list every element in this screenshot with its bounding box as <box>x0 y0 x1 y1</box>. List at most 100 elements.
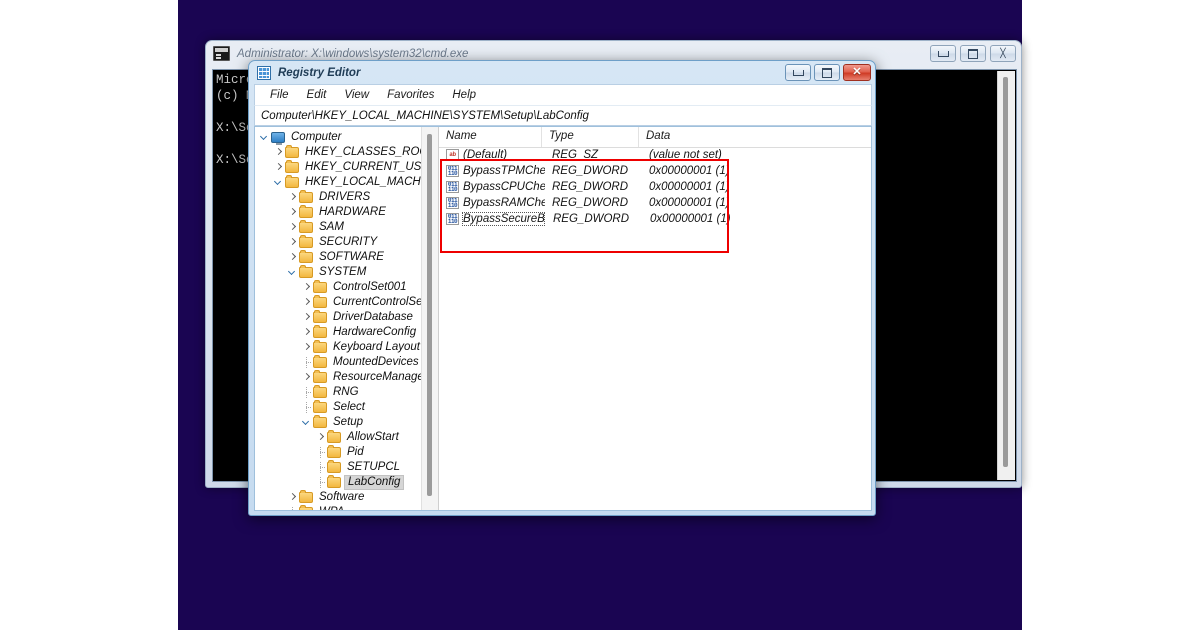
tree-item-software[interactable]: Software <box>255 490 422 505</box>
minimize-glyph-icon <box>792 69 804 76</box>
values-rows[interactable]: ab (Default) REG_SZ (value not set) 011 110 By… <box>439 147 871 227</box>
tree-item-hardware[interactable]: HARDWARE <box>255 205 422 220</box>
folder-icon <box>299 265 313 278</box>
tree-item-mounteddevices[interactable]: MountedDevices <box>255 355 422 370</box>
menu-item-help[interactable]: Help <box>443 87 485 103</box>
tree-item-currentcontrolset[interactable]: CurrentControlSet <box>255 295 426 310</box>
value-type: REG_DWORD <box>552 197 629 209</box>
chevron-right-icon[interactable] <box>287 252 298 263</box>
cmd-minimize-button[interactable] <box>930 45 956 62</box>
regedit-maximize-button[interactable] <box>814 64 840 81</box>
tree-item-label: AllowStart <box>347 431 399 443</box>
chevron-right-icon[interactable] <box>301 342 312 353</box>
folder-icon <box>313 370 327 383</box>
tree-item-controlset001[interactable]: ControlSet001 <box>255 280 422 295</box>
chevron-down-icon[interactable] <box>259 132 270 143</box>
tree-item-label: SYSTEM <box>319 266 367 278</box>
values-column-headers[interactable]: Name Type Data <box>439 127 871 148</box>
column-header-type[interactable]: Type <box>542 127 639 147</box>
registry-tree-pane[interactable]: Computer HKEY_CLASSES_ROOT HKEY_CURRENT_US… <box>255 127 438 510</box>
folder-icon <box>285 175 299 188</box>
command-prompt-window-controls[interactable]: ╳ <box>930 45 1016 62</box>
registry-value-row[interactable]: 011110 BypassRAMCheck REG_DWORD 0x00000001 … <box>439 195 871 211</box>
tree-item-keyboard-layout[interactable]: Keyboard Layout <box>255 340 422 355</box>
tree-item-drivers[interactable]: DRIVERS <box>255 190 422 205</box>
regedit-minimize-button[interactable] <box>785 64 811 81</box>
tree-leaf-connector-icon <box>287 507 298 510</box>
chevron-right-icon[interactable] <box>273 162 284 173</box>
registry-address-bar[interactable]: Computer\HKEY_LOCAL_MACHINE\SYSTEM\Setup… <box>254 105 872 126</box>
column-header-data[interactable]: Data <box>639 127 871 147</box>
registry-editor-window-controls[interactable]: ✕ <box>785 64 871 81</box>
folder-icon <box>313 310 327 323</box>
tree-item-hkey-current-user[interactable]: HKEY_CURRENT_USER <box>255 160 437 175</box>
cmd-close-button[interactable]: ╳ <box>990 45 1016 62</box>
tree-scrollbar-thumb[interactable] <box>427 134 432 496</box>
chevron-right-icon[interactable] <box>273 147 284 158</box>
tree-item-setupcl[interactable]: SETUPCL <box>255 460 422 475</box>
menu-item-edit[interactable]: Edit <box>298 87 336 103</box>
tree-item-setup[interactable]: Setup <box>255 415 422 430</box>
chevron-down-icon[interactable] <box>287 267 298 278</box>
tree-item-allowstart[interactable]: AllowStart <box>255 430 422 445</box>
chevron-right-icon[interactable] <box>287 492 298 503</box>
tree-item-wpa[interactable]: WPA <box>255 505 422 510</box>
value-data: 0x00000001 (1) <box>649 165 730 177</box>
chevron-right-icon[interactable] <box>287 207 298 218</box>
menu-item-view[interactable]: View <box>335 87 378 103</box>
chevron-down-icon[interactable] <box>301 417 312 428</box>
chevron-right-icon[interactable] <box>301 282 312 293</box>
value-name: BypassTPMCheck <box>463 165 545 177</box>
registry-value-row[interactable]: ab (Default) REG_SZ (value not set) <box>439 147 871 163</box>
tree-item-select[interactable]: Select <box>255 400 422 415</box>
chevron-right-icon[interactable] <box>287 237 298 248</box>
chevron-right-icon[interactable] <box>301 327 312 338</box>
tree-item-label: HKEY_CLASSES_ROOT <box>305 146 436 158</box>
tree-item-labconfig[interactable]: LabConfig <box>255 475 422 490</box>
cmd-maximize-button[interactable] <box>960 45 986 62</box>
console-scrollbar-thumb[interactable] <box>1003 77 1008 467</box>
tree-item-pid[interactable]: Pid <box>255 445 422 460</box>
tree-item-label: ControlSet001 <box>333 281 407 293</box>
chevron-right-icon[interactable] <box>301 372 312 383</box>
registry-value-row[interactable]: 011110BypassSecureBo... REG_DWORD 0x000000… <box>439 211 871 227</box>
tree-item-hardwareconfig[interactable]: HardwareConfig <box>255 325 422 340</box>
tree-item-software[interactable]: SOFTWARE <box>255 250 422 265</box>
chevron-right-icon[interactable] <box>301 297 312 308</box>
console-scrollbar[interactable] <box>997 71 1015 480</box>
registry-editor-menubar[interactable]: File Edit View Favorites Help <box>254 84 872 105</box>
chevron-right-icon[interactable] <box>315 432 326 443</box>
tree-item-system[interactable]: SYSTEM <box>255 265 422 280</box>
computer-icon <box>271 132 285 145</box>
tree-item-sam[interactable]: SAM <box>255 220 422 235</box>
registry-value-row[interactable]: 011110 BypassTPMCheck REG_DWORD 0x00000001 … <box>439 163 871 179</box>
tree-item-security[interactable]: SECURITY <box>255 235 422 250</box>
tree-item-hkey-local-machine[interactable]: HKEY_LOCAL_MACHINE <box>255 175 438 190</box>
tree-item-hkey-classes-root[interactable]: HKEY_CLASSES_ROOT <box>255 145 435 160</box>
registry-editor-titlebar[interactable]: Registry Editor <box>249 61 875 84</box>
registry-editor-window[interactable]: Registry Editor ✕ File Edit View Favorit… <box>248 60 876 516</box>
registry-value-row[interactable]: 011110 BypassCPUCheck REG_DWORD 0x00000001 … <box>439 179 871 195</box>
folder-icon <box>313 385 327 398</box>
value-type: REG_SZ <box>552 149 599 161</box>
menu-item-file[interactable]: File <box>261 87 298 103</box>
chevron-right-icon[interactable] <box>287 222 298 233</box>
chevron-right-icon[interactable] <box>287 192 298 203</box>
menu-item-favorites[interactable]: Favorites <box>378 87 443 103</box>
folder-icon <box>327 445 341 458</box>
column-header-name[interactable]: Name <box>439 127 542 147</box>
tree-leaf-connector-icon <box>315 462 326 473</box>
folder-icon <box>299 190 313 203</box>
tree-item-resourcemanager[interactable]: ResourceManager <box>255 370 428 385</box>
folder-icon <box>299 235 313 248</box>
tree-item-computer[interactable]: Computer <box>255 130 422 145</box>
tree-leaf-connector-icon <box>315 477 326 488</box>
tree-item-rng[interactable]: RNG <box>255 385 422 400</box>
tree-scrollbar[interactable] <box>421 127 438 510</box>
tree-item-driverdatabase[interactable]: DriverDatabase <box>255 310 422 325</box>
regedit-close-button[interactable]: ✕ <box>843 64 871 81</box>
registry-tree-list[interactable]: Computer HKEY_CLASSES_ROOT HKEY_CURRENT_US… <box>255 130 438 510</box>
chevron-down-icon[interactable] <box>273 177 284 188</box>
registry-values-pane[interactable]: Name Type Data ab (Default) REG_SZ (value n… <box>438 127 871 510</box>
chevron-right-icon[interactable] <box>301 312 312 323</box>
